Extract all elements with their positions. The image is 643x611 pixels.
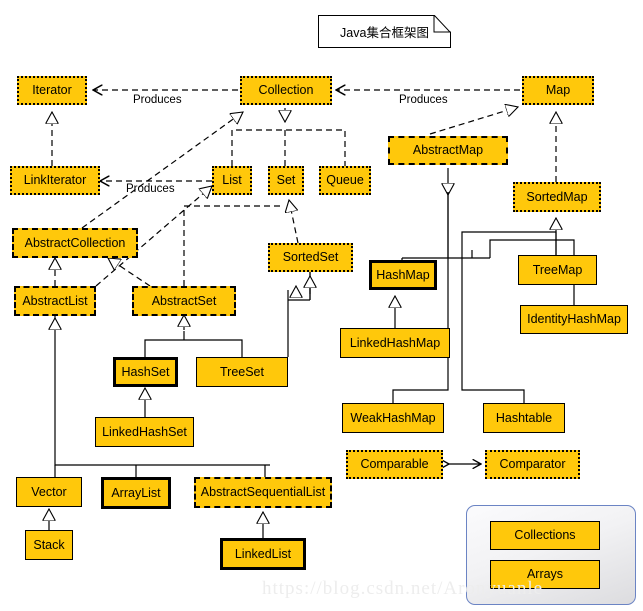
node-list[interactable]: List	[212, 166, 252, 195]
node-sortedset[interactable]: SortedSet	[268, 243, 353, 272]
node-label: Vector	[31, 484, 67, 499]
node-label: Comparator	[499, 457, 566, 472]
node-abstractmap[interactable]: AbstractMap	[388, 136, 508, 165]
node-weakhashmap[interactable]: WeakHashMap	[342, 403, 444, 433]
node-label: Collection	[258, 83, 314, 98]
node-arraylist[interactable]: ArrayList	[101, 477, 171, 509]
node-label: LinkedHashSet	[102, 424, 187, 439]
node-collection[interactable]: Collection	[240, 76, 332, 105]
node-collections[interactable]: Collections	[490, 521, 600, 550]
node-label: AbstractCollection	[24, 235, 126, 250]
node-abstractsequentiallist[interactable]: AbstractSequentialList	[194, 477, 332, 508]
node-label: WeakHashMap	[350, 410, 436, 425]
watermark: https://blog.csdn.net/Aronyuanle	[262, 578, 544, 599]
node-label: HashMap	[376, 267, 430, 282]
node-label: AbstractMap	[412, 143, 484, 158]
node-identityhashmap[interactable]: IdentityHashMap	[520, 305, 628, 334]
node-label: Hashtable	[495, 410, 553, 425]
node-label: Queue	[326, 173, 364, 188]
node-comparable[interactable]: Comparable	[346, 450, 443, 479]
node-linkedhashmap[interactable]: LinkedHashMap	[340, 328, 450, 358]
node-label: TreeMap	[532, 262, 583, 277]
node-label: LinkedList	[234, 546, 292, 561]
node-label: AbstractSet	[151, 293, 217, 308]
node-treemap[interactable]: TreeMap	[518, 255, 597, 285]
node-linkedlist[interactable]: LinkedList	[220, 538, 306, 570]
node-label: Iterator	[32, 83, 72, 98]
node-abstractlist[interactable]: AbstractList	[14, 286, 96, 316]
node-label: LinkIterator	[23, 173, 87, 188]
node-iterator[interactable]: Iterator	[17, 76, 87, 105]
node-sortedmap[interactable]: SortedMap	[513, 182, 601, 212]
node-label: SortedMap	[526, 189, 588, 204]
node-label: SortedSet	[282, 250, 339, 265]
node-hashset[interactable]: HashSet	[113, 357, 178, 387]
node-label: AbstractList	[22, 293, 88, 308]
node-label: Collections	[514, 528, 576, 543]
node-comparator[interactable]: Comparator	[485, 450, 580, 479]
node-label: Comparable	[360, 457, 429, 472]
edge-label-produces-map: Produces	[399, 94, 448, 106]
node-label: TreeSet	[219, 364, 264, 379]
node-label: List	[222, 173, 242, 188]
node-map[interactable]: Map	[522, 76, 594, 105]
node-abstractset[interactable]: AbstractSet	[132, 286, 236, 316]
node-label: AbstractSequentialList	[200, 485, 326, 500]
edge-label-produces-bottom: Produces	[126, 183, 175, 195]
node-label: Stack	[33, 537, 65, 552]
node-label: ArrayList	[111, 485, 161, 500]
node-hashtable[interactable]: Hashtable	[483, 403, 565, 433]
node-vector[interactable]: Vector	[16, 477, 82, 507]
node-label: Map	[545, 83, 571, 98]
node-label: Set	[276, 173, 296, 188]
node-queue[interactable]: Queue	[319, 166, 371, 195]
node-abstractcollection[interactable]: AbstractCollection	[12, 228, 138, 258]
node-treeset[interactable]: TreeSet	[196, 357, 288, 387]
node-hashmap[interactable]: HashMap	[369, 260, 437, 290]
node-linkedhashset[interactable]: LinkedHashSet	[95, 417, 194, 447]
node-label: IdentityHashMap	[527, 312, 621, 327]
node-set[interactable]: Set	[268, 166, 304, 195]
edge-label-produces-top: Produces	[133, 94, 182, 106]
node-label: HashSet	[121, 364, 170, 379]
note-fold-lines	[433, 15, 451, 33]
node-stack[interactable]: Stack	[25, 530, 73, 560]
node-label: LinkedHashMap	[349, 335, 441, 350]
diagram-canvas: Iterator (dashed, open arrow) --> Collec…	[0, 0, 643, 611]
node-linkiterator[interactable]: LinkIterator	[10, 166, 100, 195]
